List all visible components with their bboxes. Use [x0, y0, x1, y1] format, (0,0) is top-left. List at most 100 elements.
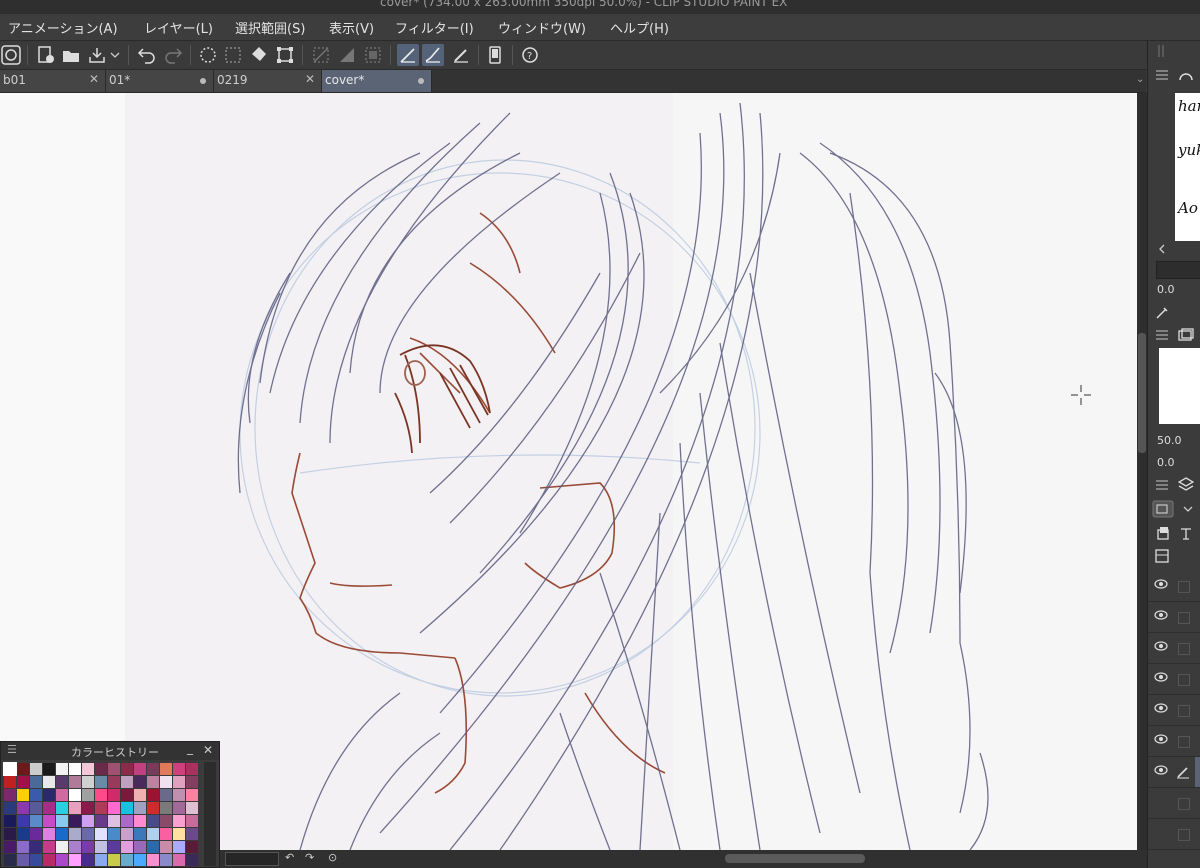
ruler-snap-icon[interactable]	[310, 44, 332, 66]
color-swatch[interactable]	[95, 815, 107, 827]
pencil-icon[interactable]	[450, 44, 472, 66]
menu-selection[interactable]: 選択範囲(S)	[235, 18, 305, 37]
color-swatch[interactable]	[147, 854, 159, 866]
color-swatch[interactable]	[95, 854, 107, 866]
tab-01[interactable]: 01*	[106, 70, 214, 92]
layer-row[interactable]	[1148, 788, 1200, 819]
navigator-icon[interactable]	[1174, 65, 1198, 85]
tab-cover[interactable]: cover*	[322, 70, 432, 92]
select-all-icon[interactable]	[222, 44, 244, 66]
color-swatch[interactable]	[43, 789, 55, 801]
color-swatch[interactable]	[134, 776, 146, 788]
close-icon[interactable]: ✕	[203, 743, 213, 757]
rotate-left-icon[interactable]: ↶	[285, 851, 294, 864]
color-swatch[interactable]	[17, 815, 29, 827]
color-swatch[interactable]	[160, 815, 172, 827]
color-swatch[interactable]	[108, 815, 120, 827]
color-swatch[interactable]	[4, 802, 16, 814]
color-swatch[interactable]	[147, 815, 159, 827]
color-swatch[interactable]	[134, 841, 146, 853]
color-swatch[interactable]	[121, 789, 133, 801]
tab-0219[interactable]: 0219 ✕	[214, 70, 322, 92]
lock-checkbox[interactable]	[1178, 674, 1190, 686]
color-swatch[interactable]	[173, 789, 185, 801]
eye-icon[interactable]	[1154, 734, 1168, 744]
color-swatch[interactable]	[134, 828, 146, 840]
color-swatch[interactable]	[108, 776, 120, 788]
layer-row[interactable]	[1148, 664, 1200, 695]
lock-checkbox[interactable]	[1178, 643, 1190, 655]
blend-mode-dropdown[interactable]	[1151, 499, 1175, 519]
color-swatch[interactable]	[30, 802, 42, 814]
color-swatch[interactable]	[17, 841, 29, 853]
color-swatch[interactable]	[173, 854, 185, 866]
color-swatch[interactable]	[108, 854, 120, 866]
color-swatch[interactable]	[4, 841, 16, 853]
tab-list-chevron-icon[interactable]: ⌄	[1136, 74, 1144, 85]
color-swatch[interactable]	[95, 802, 107, 814]
color-swatch[interactable]	[17, 789, 29, 801]
color-swatch[interactable]	[56, 815, 68, 827]
layer-row[interactable]	[1148, 726, 1200, 757]
color-swatch[interactable]	[69, 828, 81, 840]
color-swatch[interactable]	[43, 776, 55, 788]
scrollbar-thumb[interactable]	[1138, 333, 1146, 453]
color-swatch[interactable]	[160, 789, 172, 801]
layer-row-active[interactable]	[1148, 757, 1200, 788]
fill-icon[interactable]	[248, 44, 270, 66]
unsaved-dot-icon[interactable]	[418, 78, 424, 84]
layer-row[interactable]	[1148, 633, 1200, 664]
minimize-icon[interactable]: _	[187, 741, 193, 755]
color-swatch[interactable]	[69, 815, 81, 827]
sub-view-icon[interactable]	[1174, 325, 1198, 345]
clip-studio-logo-icon[interactable]	[0, 44, 22, 66]
clear-selection-icon[interactable]	[197, 44, 219, 66]
rotate-right-icon[interactable]: ↷	[305, 851, 314, 864]
color-swatch[interactable]	[82, 854, 94, 866]
lock-checkbox[interactable]	[1178, 705, 1190, 717]
color-swatch[interactable]	[160, 763, 172, 775]
menu-layer[interactable]: レイヤー(L)	[144, 18, 213, 37]
navigator-preview[interactable]: han yuk Ao	[1175, 93, 1200, 241]
panel-menu-icon[interactable]	[1150, 65, 1174, 85]
brush-pressure-icon[interactable]	[422, 44, 444, 66]
transform-icon[interactable]	[274, 44, 296, 66]
color-swatch[interactable]	[30, 789, 42, 801]
color-swatch[interactable]	[4, 815, 16, 827]
color-swatch[interactable]	[69, 763, 81, 775]
color-swatch[interactable]	[186, 789, 198, 801]
color-swatch[interactable]	[147, 828, 159, 840]
color-swatch[interactable]	[160, 776, 172, 788]
slider-field[interactable]	[1156, 261, 1200, 279]
color-swatch[interactable]	[56, 841, 68, 853]
panel-menu-icon[interactable]: ☰	[7, 743, 17, 756]
save-icon[interactable]	[86, 44, 108, 66]
unsaved-dot-icon[interactable]	[200, 78, 206, 84]
color-swatch[interactable]	[160, 841, 172, 853]
color-swatch[interactable]	[4, 776, 16, 788]
color-swatch[interactable]	[186, 841, 198, 853]
color-swatch[interactable]	[4, 789, 16, 801]
color-swatch[interactable]	[186, 802, 198, 814]
color-swatch[interactable]	[173, 776, 185, 788]
panel-menu-icon[interactable]	[1150, 475, 1174, 495]
lock-checkbox[interactable]	[1178, 829, 1190, 841]
ruler-special-icon[interactable]	[336, 44, 358, 66]
color-swatch[interactable]	[30, 828, 42, 840]
color-swatch[interactable]	[121, 841, 133, 853]
color-swatch[interactable]	[43, 802, 55, 814]
eye-icon[interactable]	[1154, 765, 1168, 775]
grid-icon[interactable]	[362, 44, 384, 66]
zoom-field[interactable]	[225, 852, 279, 866]
color-swatch[interactable]	[56, 854, 68, 866]
color-swatch[interactable]	[17, 763, 29, 775]
color-swatch[interactable]	[147, 776, 159, 788]
color-swatch[interactable]	[56, 789, 68, 801]
color-swatch[interactable]	[186, 828, 198, 840]
new-file-icon[interactable]	[35, 44, 57, 66]
color-swatch[interactable]	[56, 763, 68, 775]
color-swatch[interactable]	[82, 841, 94, 853]
color-swatch[interactable]	[56, 828, 68, 840]
color-swatch[interactable]	[134, 789, 146, 801]
eye-icon[interactable]	[1154, 641, 1168, 651]
